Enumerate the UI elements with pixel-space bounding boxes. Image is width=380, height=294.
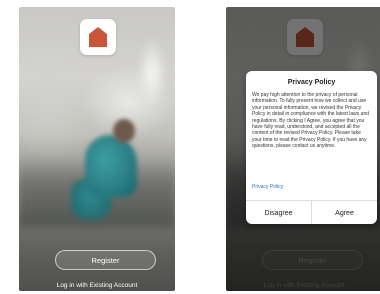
login-existing-account-link[interactable]: Log in with Existing Account bbox=[19, 282, 175, 289]
disagree-button[interactable]: Disagree bbox=[246, 201, 312, 224]
register-button[interactable]: Register bbox=[55, 250, 156, 270]
house-icon bbox=[89, 27, 107, 47]
disagree-button-label: Disagree bbox=[264, 209, 293, 217]
privacy-policy-link[interactable]: Privacy Policy bbox=[252, 184, 283, 190]
lamp-light bbox=[137, 37, 167, 107]
dialog-body-text: We pay high attention to the privacy of … bbox=[252, 92, 370, 150]
privacy-screen: Register Log in with Existing Account Pr… bbox=[226, 7, 380, 291]
app-logo bbox=[80, 19, 116, 55]
person-head bbox=[113, 119, 135, 143]
privacy-policy-dialog: Privacy Policy We pay high attention to … bbox=[246, 71, 377, 224]
agree-button-label: Agree bbox=[335, 209, 354, 217]
dialog-actions: Disagree Agree bbox=[246, 200, 377, 224]
welcome-screen: Register Log in with Existing Account bbox=[19, 7, 175, 291]
agree-button[interactable]: Agree bbox=[312, 201, 377, 224]
person-body bbox=[85, 135, 137, 197]
dialog-title: Privacy Policy bbox=[287, 79, 336, 86]
register-button-label: Register bbox=[91, 255, 120, 265]
